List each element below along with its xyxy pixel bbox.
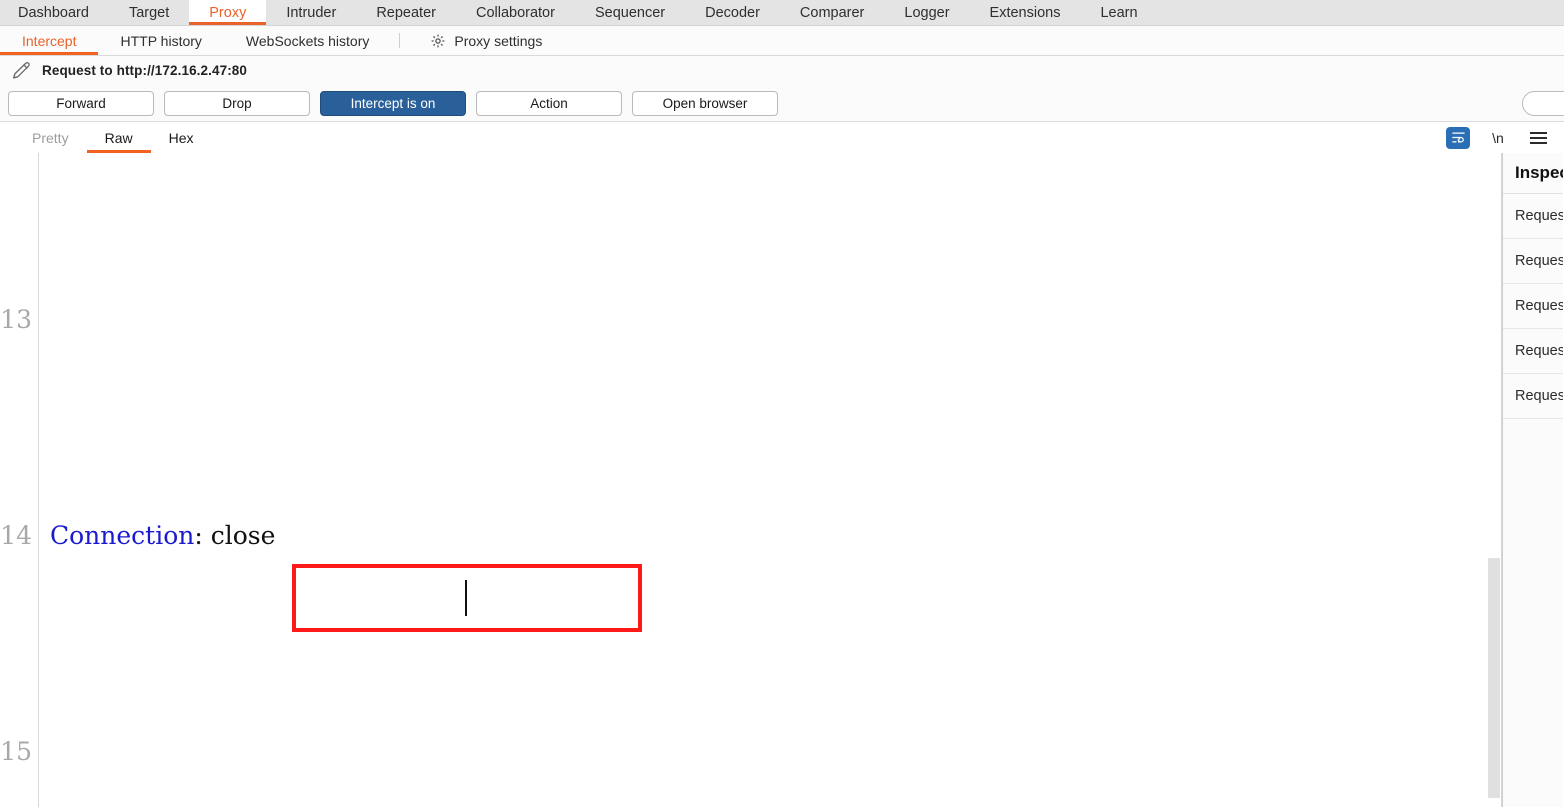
main-tab-intruder[interactable]: Intruder bbox=[266, 0, 356, 25]
word-wrap-icon[interactable] bbox=[1446, 126, 1470, 149]
line-number: 14 bbox=[0, 521, 32, 550]
gear-icon bbox=[430, 33, 446, 49]
newline-label: \n bbox=[1492, 129, 1504, 146]
main-tab-dashboard[interactable]: Dashboard bbox=[0, 0, 109, 25]
main-tab-bar: Dashboard Target Proxy Intruder Repeater… bbox=[0, 0, 1564, 26]
format-tab-label: Hex bbox=[168, 129, 194, 146]
main-tab-bar-filler bbox=[1157, 0, 1564, 25]
format-tab-hex[interactable]: Hex bbox=[151, 122, 212, 153]
main-tab-extensions[interactable]: Extensions bbox=[970, 0, 1081, 25]
action-label: Action bbox=[530, 95, 568, 111]
line-number: 15 bbox=[0, 737, 32, 766]
format-tab-raw[interactable]: Raw bbox=[87, 122, 151, 153]
search-input[interactable] bbox=[1522, 90, 1564, 116]
inspector-row-label: Request headers bbox=[1515, 388, 1563, 404]
menu-icon[interactable] bbox=[1526, 127, 1550, 149]
inspector-row-request-cookies[interactable]: Request cookies bbox=[1503, 329, 1563, 374]
drop-label: Drop bbox=[222, 95, 252, 111]
hamburger-glyph bbox=[1529, 131, 1547, 144]
inspector-row-request-query-parameters[interactable]: Request query parameters bbox=[1503, 239, 1563, 284]
intercept-toggle-button[interactable]: Intercept is on bbox=[320, 90, 466, 116]
main-tab-sequencer[interactable]: Sequencer bbox=[575, 0, 685, 25]
sub-tab-websockets-history[interactable]: WebSockets history bbox=[224, 26, 391, 55]
inspector-row-request-body-parameters[interactable]: Request body parameters bbox=[1503, 284, 1563, 329]
sub-tab-label: WebSockets history bbox=[245, 32, 370, 49]
main-tab-collaborator[interactable]: Collaborator bbox=[456, 0, 575, 25]
format-tab-label: Pretty bbox=[32, 129, 69, 146]
editor-vertical-scroll-thumb[interactable] bbox=[1488, 558, 1500, 798]
intercept-label: Intercept is on bbox=[350, 95, 436, 111]
inspector-row-request-headers[interactable]: Request headers bbox=[1503, 374, 1563, 419]
inspector-row-label: Request cookies bbox=[1515, 343, 1563, 359]
request-editor[interactable]: 13 14 Connection: close 15 16 ------WebK… bbox=[0, 153, 1502, 807]
line-content: Connection: close bbox=[38, 509, 275, 563]
open-browser-label: Open browser bbox=[662, 95, 748, 111]
newline-icon[interactable]: \n bbox=[1486, 127, 1510, 149]
inspector-row-label: Request body parameters bbox=[1515, 298, 1563, 314]
format-tab-label: Raw bbox=[104, 129, 133, 146]
sub-tab-label: Intercept bbox=[22, 32, 77, 49]
main-tab-proxy[interactable]: Proxy bbox=[189, 0, 267, 25]
main-tab-repeater[interactable]: Repeater bbox=[356, 0, 456, 25]
inspector-row-request-attributes[interactable]: Request attributes bbox=[1503, 194, 1563, 239]
line-number: 13 bbox=[0, 305, 32, 334]
proxy-settings-button[interactable]: Proxy settings bbox=[408, 26, 564, 55]
request-code[interactable]: 13 14 Connection: close 15 16 ------WebK… bbox=[0, 153, 1501, 807]
code-line[interactable]: 15 bbox=[0, 725, 1501, 779]
proxy-sub-tab-bar: Intercept HTTP history WebSockets histor… bbox=[0, 26, 1564, 56]
sub-tab-http-history[interactable]: HTTP history bbox=[98, 26, 223, 55]
code-line[interactable]: 14 Connection: close bbox=[0, 509, 1501, 563]
main-tab-target[interactable]: Target bbox=[109, 0, 189, 25]
main-tab-label: Logger bbox=[904, 4, 950, 21]
action-button[interactable]: Action bbox=[476, 90, 622, 116]
main-tab-learn[interactable]: Learn bbox=[1080, 0, 1157, 25]
line-rest: : close bbox=[194, 521, 276, 550]
open-browser-button[interactable]: Open browser bbox=[632, 90, 778, 116]
main-tab-label: Decoder bbox=[705, 4, 760, 21]
main-tab-label: Proxy bbox=[209, 4, 247, 21]
main-tab-logger[interactable]: Logger bbox=[884, 0, 969, 25]
main-tab-label: Dashboard bbox=[18, 4, 89, 21]
main-tab-label: Intruder bbox=[286, 4, 337, 21]
pencil-icon bbox=[10, 60, 32, 82]
main-tab-comparer[interactable]: Comparer bbox=[780, 0, 884, 25]
intercept-action-bar: Forward Drop Intercept is on Action Open… bbox=[0, 85, 1564, 122]
editor-vertical-scrollbar[interactable] bbox=[1487, 153, 1501, 807]
sub-tab-intercept[interactable]: Intercept bbox=[0, 26, 98, 55]
main-tab-label: Sequencer bbox=[594, 4, 666, 21]
proxy-settings-label: Proxy settings bbox=[454, 32, 543, 49]
format-tab-pretty[interactable]: Pretty bbox=[14, 122, 87, 153]
editor-format-bar: Pretty Raw Hex \n bbox=[0, 122, 1564, 153]
inspector-row-label: Request attributes bbox=[1515, 208, 1563, 224]
inspector-panel: Inspector Request attributes Request que… bbox=[1502, 153, 1563, 807]
sub-tab-divider bbox=[399, 33, 401, 48]
inspector-title: Inspector bbox=[1503, 153, 1563, 194]
forward-button[interactable]: Forward bbox=[8, 90, 154, 116]
sub-tab-label: HTTP history bbox=[120, 32, 202, 49]
main-tab-decoder[interactable]: Decoder bbox=[685, 0, 780, 25]
forward-label: Forward bbox=[56, 95, 106, 111]
main-tab-label: Extensions bbox=[989, 4, 1061, 21]
main-tab-label: Repeater bbox=[376, 4, 436, 21]
request-target-title: Request to http://172.16.2.47:80 bbox=[42, 63, 248, 78]
drop-button[interactable]: Drop bbox=[164, 90, 310, 116]
code-line[interactable]: 13 bbox=[0, 293, 1501, 347]
line-header: Connection bbox=[50, 521, 195, 550]
request-title-row: Request to http://172.16.2.47:80 bbox=[0, 56, 1564, 85]
inspector-row-label: Request query parameters bbox=[1515, 253, 1563, 269]
text-caret bbox=[465, 580, 467, 616]
main-tab-label: Comparer bbox=[799, 4, 865, 21]
editor-inspector-split: 13 14 Connection: close 15 16 ------WebK… bbox=[0, 153, 1564, 807]
main-tab-label: Target bbox=[128, 4, 170, 21]
main-tab-label: Collaborator bbox=[475, 4, 555, 21]
main-tab-label: Learn bbox=[1100, 4, 1138, 21]
